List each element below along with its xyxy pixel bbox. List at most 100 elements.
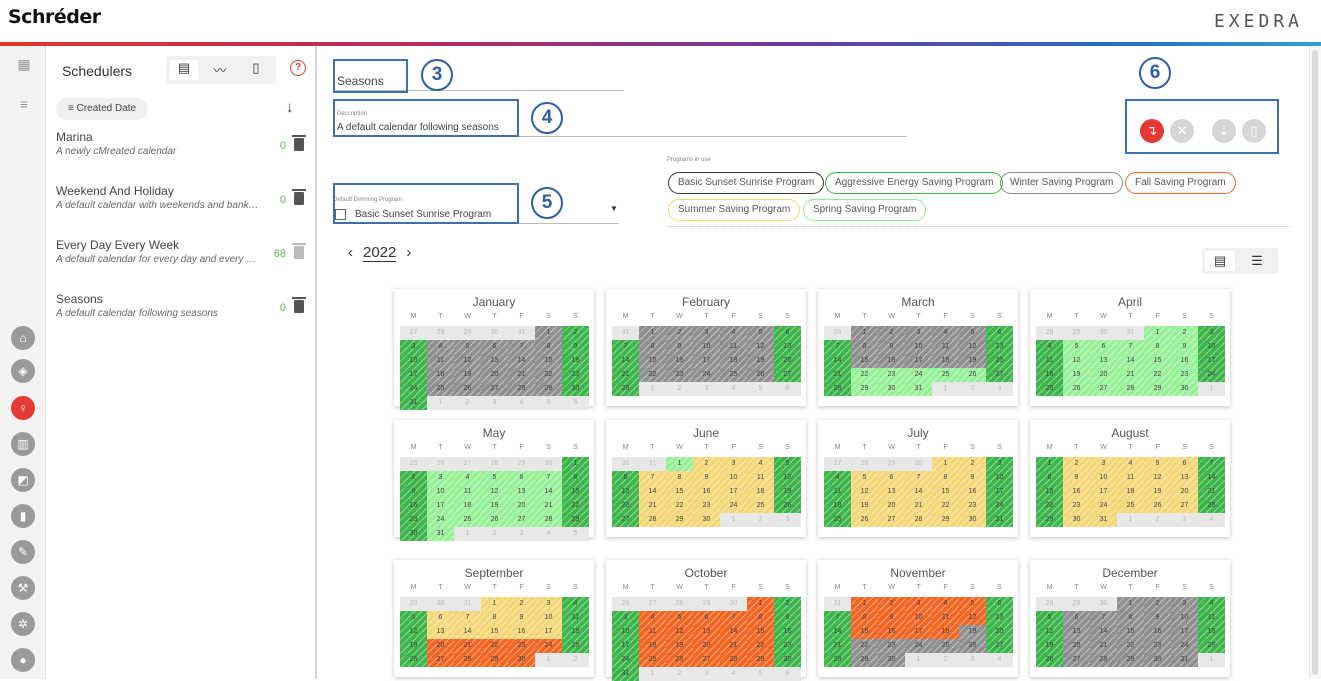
calendar-day[interactable]: 18 [1198,625,1225,639]
calendar-day[interactable]: 18 [1117,485,1144,499]
calendar-day[interactable]: 15 [562,485,589,499]
calendar-day[interactable]: 22 [851,368,878,382]
calendar-day[interactable]: 14 [1198,471,1225,485]
user-icon[interactable]: ● [11,648,35,672]
calendar-day[interactable]: 27 [878,513,905,527]
calendar-day[interactable]: 1 [535,326,562,340]
home-icon[interactable]: ⌂ [11,326,35,350]
calendar-day[interactable]: 7 [1198,457,1225,471]
calendar-day[interactable]: 29 [1036,513,1063,527]
calendar-day[interactable]: 24 [1090,499,1117,513]
program-chip[interactable]: Winter Saving Program [1000,172,1124,194]
calendar-day[interactable]: 25 [824,513,851,527]
calendar-day[interactable]: 8 [535,340,562,354]
calendar-day[interactable]: 20 [986,354,1013,368]
calendar-day[interactable]: 24 [720,499,747,513]
calendar-day[interactable]: 30 [1144,653,1171,667]
prev-year-icon[interactable]: ‹ [348,244,353,261]
calendar-day[interactable]: 1 [481,597,508,611]
calendar-day[interactable]: 10 [693,340,720,354]
calendar-day[interactable]: 7 [1090,611,1117,625]
calendar-day[interactable]: 19 [666,639,693,653]
calendar-day[interactable]: 4 [454,471,481,485]
calendar-day[interactable]: 20 [774,354,801,368]
calendar-day[interactable]: 19 [1144,485,1171,499]
calendar-day[interactable]: 29 [932,513,959,527]
calendar-day[interactable]: 15 [932,485,959,499]
calendar-day[interactable]: 10 [986,471,1013,485]
calendar-day[interactable]: 7 [454,611,481,625]
calendar-day[interactable]: 24 [400,382,427,396]
calendar-day[interactable]: 17 [400,368,427,382]
calendar-day[interactable]: 5 [454,340,481,354]
calendar-day[interactable]: 15 [851,625,878,639]
list-view-icon[interactable]: ☰ [1242,251,1272,271]
calendar-day[interactable]: 21 [1198,485,1225,499]
calendar-day[interactable]: 19 [400,639,427,653]
calendar-day[interactable]: 15 [1036,485,1063,499]
calendar-day[interactable]: 7 [508,340,535,354]
calendar-day[interactable]: 20 [427,639,454,653]
calendar-day[interactable]: 4 [1117,457,1144,471]
wrench-icon[interactable]: ✎ [11,540,35,564]
calendar-day[interactable]: 13 [986,340,1013,354]
calendar-day[interactable]: 31 [905,382,932,396]
calendar-day[interactable]: 26 [481,513,508,527]
trash-icon[interactable] [292,135,306,151]
calendar-day[interactable]: 23 [878,639,905,653]
calendar-day[interactable]: 6 [481,340,508,354]
calendar-day[interactable]: 21 [824,368,851,382]
calendar-day[interactable]: 30 [1063,513,1090,527]
calendar-day[interactable]: 17 [1198,354,1225,368]
calendar-day[interactable]: 27 [427,653,454,667]
save-button[interactable]: ↴ [1140,119,1164,143]
calendar-day[interactable]: 13 [1171,471,1198,485]
calendar-day[interactable]: 18 [824,499,851,513]
calendar-day[interactable]: 20 [508,499,535,513]
calendar-day[interactable]: 5 [747,326,774,340]
calendar-day[interactable]: 13 [1090,354,1117,368]
calendar-day[interactable]: 1 [1036,457,1063,471]
calendar-day[interactable]: 8 [1036,471,1063,485]
calendar-day[interactable]: 9 [878,611,905,625]
calendar-day[interactable]: 18 [562,625,589,639]
calendar-day[interactable]: 2 [1171,326,1198,340]
calendar-day[interactable]: 29 [851,382,878,396]
calendar-day[interactable]: 17 [905,625,932,639]
calendar-day[interactable]: 25 [427,382,454,396]
calendar-day[interactable]: 21 [1117,368,1144,382]
calendar-day[interactable]: 1 [1144,326,1171,340]
map-tab-icon[interactable]: ▯ [242,60,270,80]
calendar-day[interactable]: 24 [612,653,639,667]
calendar-day[interactable]: 2 [878,597,905,611]
calendar-day[interactable]: 27 [508,513,535,527]
calendar-day[interactable]: 11 [454,485,481,499]
calendar-day[interactable]: 27 [612,513,639,527]
calendar-day[interactable]: 2 [878,326,905,340]
calendar-day[interactable]: 23 [878,368,905,382]
calendar-day[interactable]: 12 [1144,471,1171,485]
network-icon[interactable]: ✲ [11,612,35,636]
calendar-day[interactable]: 15 [481,625,508,639]
calendar-day[interactable]: 4 [720,326,747,340]
calendar-day[interactable]: 15 [639,354,666,368]
calendar-day[interactable]: 21 [1090,639,1117,653]
calendar-day[interactable]: 14 [535,485,562,499]
calendar-day[interactable]: 30 [878,382,905,396]
calendar-day[interactable]: 12 [851,485,878,499]
calendar-day[interactable]: 9 [878,340,905,354]
calendar-day[interactable]: 8 [1144,340,1171,354]
calendar-day[interactable]: 3 [693,326,720,340]
calendar-day[interactable]: 26 [1036,653,1063,667]
help-icon[interactable]: ? [290,60,306,76]
calendar-day[interactable]: 26 [400,653,427,667]
calendar-day[interactable]: 19 [774,485,801,499]
calendar-day[interactable]: 16 [666,354,693,368]
calendar-day[interactable]: 6 [774,326,801,340]
calendar-day[interactable]: 22 [639,368,666,382]
calendar-day[interactable]: 28 [1090,653,1117,667]
sort-direction-icon[interactable]: ↓ [286,99,294,116]
calendar-day[interactable]: 2 [959,457,986,471]
device-icon[interactable]: ▮ [11,504,35,528]
calendar-day[interactable]: 22 [666,499,693,513]
